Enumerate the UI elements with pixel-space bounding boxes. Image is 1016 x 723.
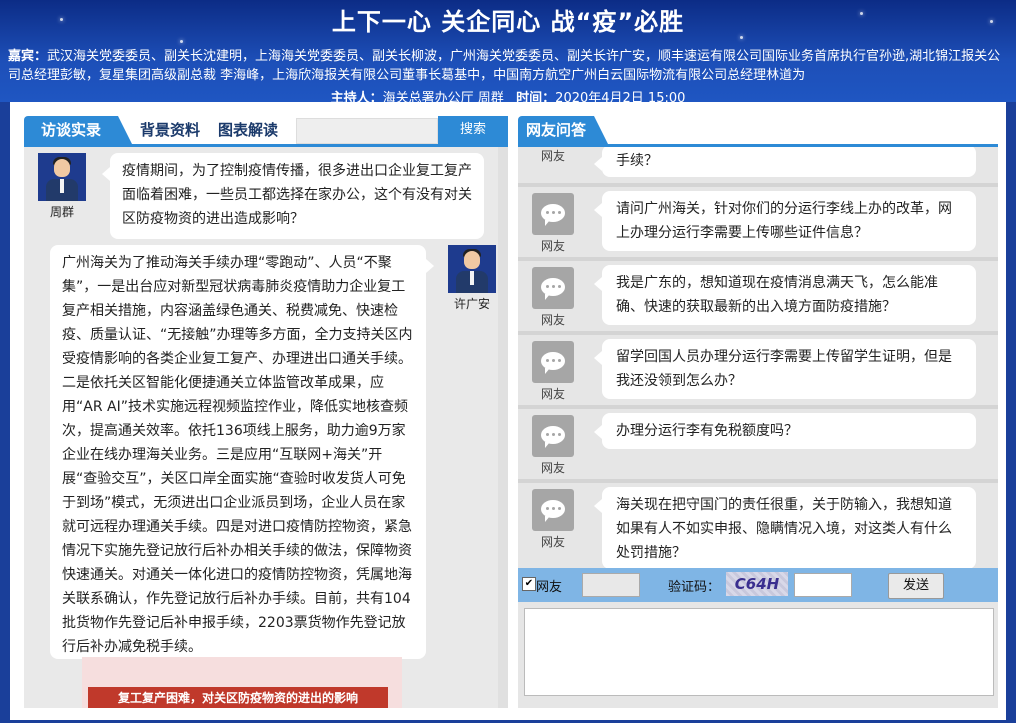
netizen-checkbox[interactable]: ✔	[522, 577, 536, 591]
qa-question: 我是广东的，想知道现在疫情消息满天飞，怎么能准确、快速的获取最新的出入境方面防疫…	[594, 265, 976, 325]
reply-toolbar: ✔ 网友 验证码： C64H 发送	[518, 568, 998, 602]
avatar-host	[38, 153, 86, 201]
speaker-name: 周群	[49, 205, 74, 219]
tab-interview-record[interactable]: 访谈实录	[24, 116, 132, 144]
captcha-label: 验证码：	[668, 580, 721, 595]
netizen-label: 网友	[536, 580, 563, 595]
speaker-name: 许广安	[453, 297, 490, 311]
interview-tabs: 访谈实录 背景资料 图表解读 搜索	[24, 116, 508, 147]
qa-tabs: 网友问答	[518, 116, 998, 147]
qa-question: 海关现在把守国门的责任很重，关于防输入，我想知道如果有人不如实申报、隐瞒情况入境…	[594, 487, 976, 568]
qa-username: 网友	[540, 149, 565, 163]
infographic-image: 复工复产困难，对关区防疫物资的进出的影响	[82, 657, 402, 708]
qa-question: 留学回国人员办理分运行李需要上传留学生证明，但是我还没领到怎么办？	[594, 339, 976, 399]
guest-list: 嘉宾：武汉海关党委委员、副关长沈建明，上海海关党委委员、副关长柳波，广州海关党委…	[8, 47, 1012, 85]
list-item: 网友 手续？	[518, 147, 998, 187]
time-value: 2020年4月2日 15:00	[555, 91, 686, 102]
page-title: 上下一心 关企同心 战“疫”必胜	[331, 8, 685, 36]
qa-question: 请问广州海关，针对你们的分运行李线上办的改革，网上办理分运行李需要上传哪些证件信…	[594, 191, 976, 251]
time-label: 时间：	[516, 91, 556, 102]
captcha-input[interactable]	[794, 573, 852, 597]
chat-icon	[532, 193, 574, 235]
tab-netizen-qa[interactable]: 网友问答	[518, 116, 608, 144]
list-item: 网友 留学回国人员办理分运行李需要上传留学生证明，但是我还没领到怎么办？	[518, 335, 998, 409]
search-button[interactable]: 搜索	[438, 116, 508, 144]
list-item: 网友 海关现在把守国门的责任很重，关于防输入，我想知道如果有人不如实申报、隐瞒情…	[518, 483, 998, 568]
guests-text: 武汉海关党委委员、副关长沈建明，上海海关党委委员、副关长柳波，广州海关党委委员、…	[8, 49, 1001, 83]
message-bubble: 疫情期间，为了控制疫情传播，很多进出口企业复工复产面临着困难，一些员工都选择在家…	[102, 153, 484, 239]
qa-username: 网友	[540, 313, 565, 327]
send-button[interactable]: 发送	[888, 573, 944, 599]
message-textarea[interactable]	[524, 608, 994, 696]
infographic-caption: 复工复产困难，对关区防疫物资的进出的影响	[88, 687, 388, 708]
message-bubble: 广州海关为了推动海关手续办理“零跑动”、人员“不聚集”，一是出台应对新型冠状病毒…	[50, 245, 434, 659]
host-line: 主持人：海关总署办公厅 周群 时间：2020年4月2日 15:00	[0, 87, 1016, 102]
avatar-guest	[448, 245, 496, 293]
list-item: 网友 我是广东的，想知道现在疫情消息满天飞，怎么能准确、快速的获取最新的出入境方…	[518, 261, 998, 335]
host-name: 海关总署办公厅 周群	[382, 91, 504, 102]
interview-panel: 访谈实录 背景资料 图表解读 搜索 周群 疫情期间，为了控制疫情传播，很多进出口…	[24, 116, 508, 708]
host-label: 主持人：	[330, 91, 383, 102]
search-input[interactable]	[296, 118, 438, 144]
guests-label: 嘉宾：	[8, 49, 48, 64]
scrollbar[interactable]	[498, 147, 508, 708]
qa-username: 网友	[540, 461, 565, 475]
chat-icon	[532, 489, 574, 531]
chat-icon	[532, 341, 574, 383]
tab-background[interactable]: 背景资料	[140, 116, 200, 144]
chat-icon	[532, 267, 574, 309]
qa-username: 网友	[540, 239, 565, 253]
tab-chart-interpretation[interactable]: 图表解读	[218, 116, 278, 144]
qa-question: 办理分运行李有免税额度吗？	[594, 413, 976, 449]
qa-list[interactable]: 网友 手续？ 网友 请问广州海关，针对你们的分运行李线上办的改革，网上办理分运行…	[518, 147, 998, 568]
qa-question: 手续？	[594, 147, 976, 177]
netizen-qa-panel: 网友问答 网友 手续？ 网友 请问广州海关，针对你们的分运行李线上办的改革，网上…	[518, 116, 998, 708]
captcha-image[interactable]: C64H	[726, 572, 788, 596]
list-item: 网友 请问广州海关，针对你们的分运行李线上办的改革，网上办理分运行李需要上传哪些…	[518, 187, 998, 261]
qa-username: 网友	[540, 387, 565, 401]
chat-icon	[532, 415, 574, 457]
interview-transcript[interactable]: 周群 疫情期间，为了控制疫情传播，很多进出口企业复工复产面临着困难，一些员工都选…	[24, 147, 508, 708]
main-area: 访谈实录 背景资料 图表解读 搜索 周群 疫情期间，为了控制疫情传播，很多进出口…	[10, 102, 1006, 720]
list-item: 网友 办理分运行李有免税额度吗？	[518, 409, 998, 483]
decorative-star	[180, 40, 183, 43]
header-banner: 上下一心 关企同心 战“疫”必胜 嘉宾：武汉海关党委委员、副关长沈建明，上海海关…	[0, 0, 1016, 102]
nickname-input[interactable]	[582, 573, 640, 597]
qa-username: 网友	[540, 535, 565, 549]
